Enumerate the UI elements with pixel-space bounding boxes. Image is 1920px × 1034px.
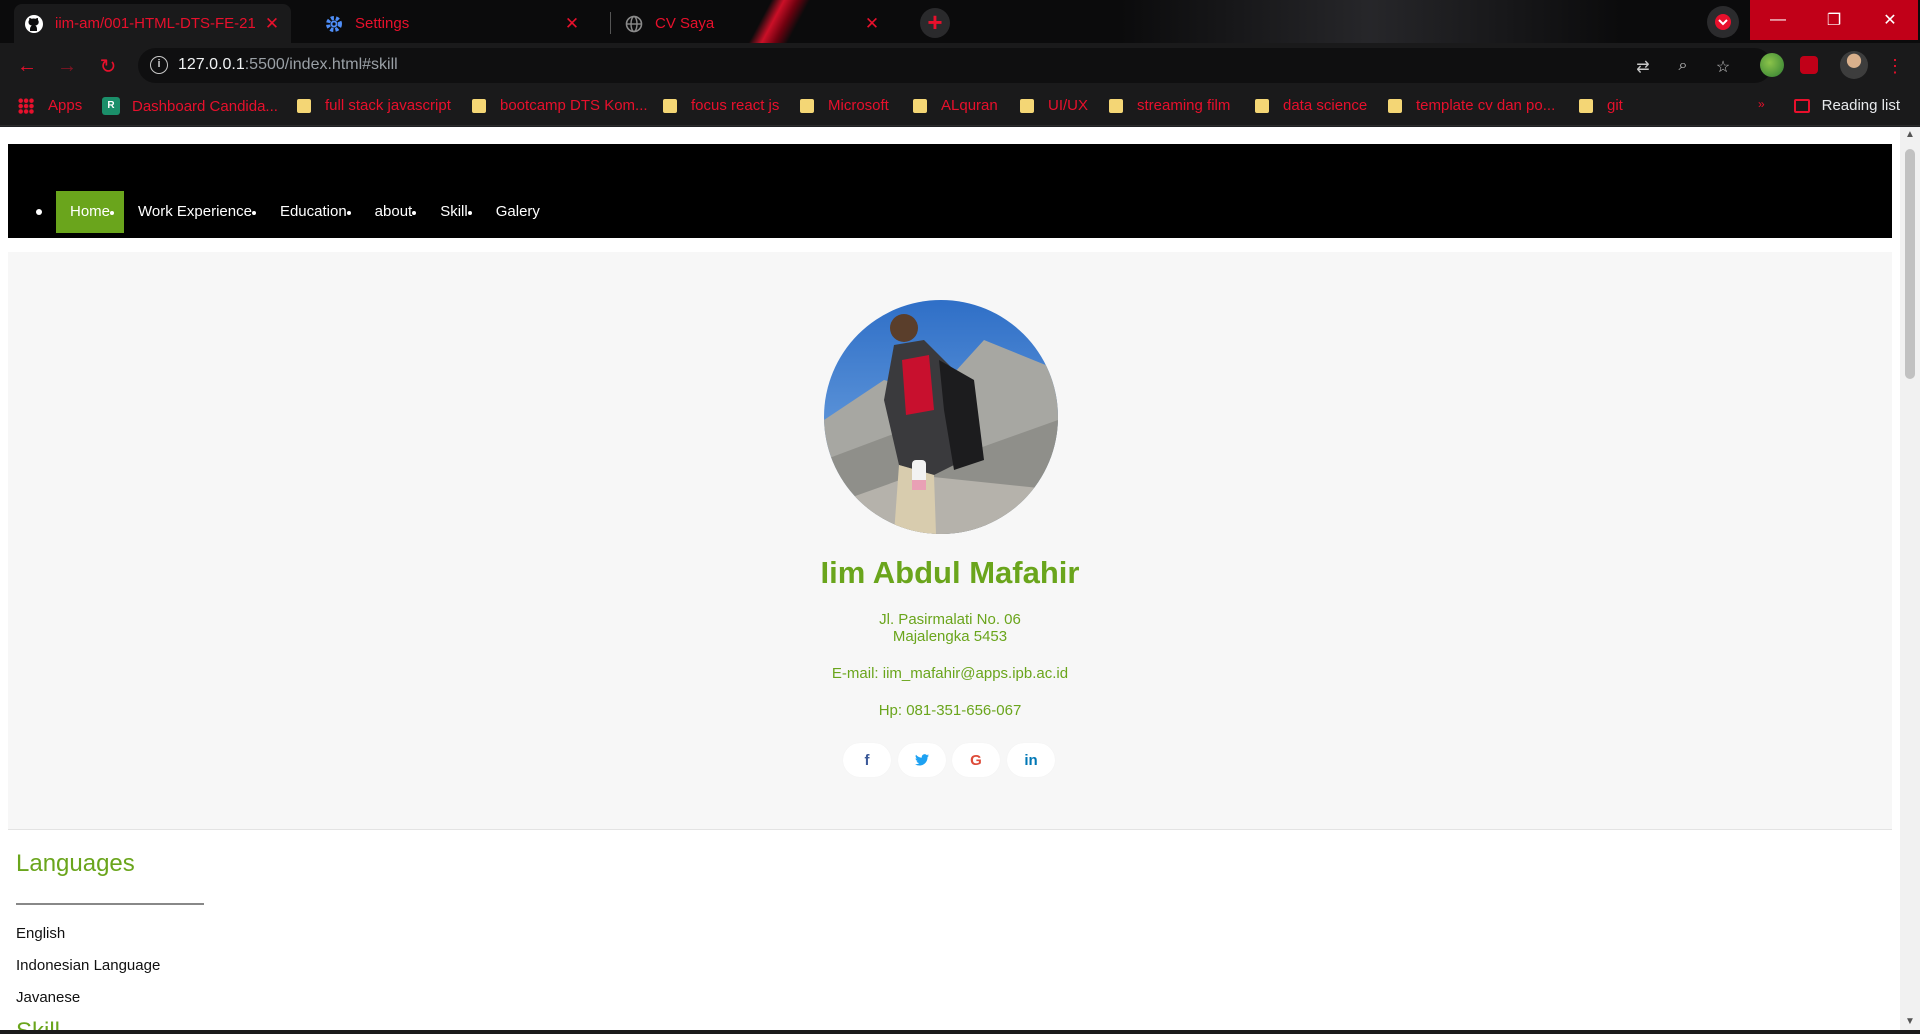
- bookmark-folder[interactable]: streaming film: [1109, 97, 1230, 114]
- zoom-icon[interactable]: ⌕: [1673, 57, 1693, 77]
- bookmarks-bar: Apps R Dashboard Candida... full stack ja…: [0, 88, 1920, 126]
- reading-list-icon: [1793, 98, 1810, 113]
- tab-title: iim-am/001-HTML-DTS-FE-21: Re: [55, 15, 255, 32]
- page-scrollbar[interactable]: ▲ ▼: [1900, 127, 1920, 1030]
- scrollbar-thumb[interactable]: [1905, 149, 1915, 379]
- back-icon[interactable]: ←: [12, 51, 42, 81]
- scroll-down-icon[interactable]: ▼: [1900, 1014, 1920, 1030]
- language-item: English: [16, 925, 66, 942]
- profile-photo: [824, 300, 1058, 534]
- globe-icon: [624, 14, 644, 34]
- profile-name: Iim Abdul Mafahir: [820, 555, 1080, 590]
- language-item: Javanese: [16, 989, 81, 1006]
- linkedin-icon[interactable]: in: [1007, 743, 1055, 777]
- folder-icon: [1255, 98, 1269, 113]
- divider: [16, 903, 204, 905]
- folder-icon: [913, 98, 927, 113]
- github-icon: [24, 14, 44, 34]
- list-bullet: [36, 209, 42, 215]
- tab-cv-saya[interactable]: CV Saya ✕: [614, 4, 891, 43]
- minimize-button[interactable]: —: [1750, 0, 1806, 40]
- nav-home[interactable]: Home: [56, 191, 125, 233]
- translate-icon[interactable]: ⇄: [1633, 57, 1653, 77]
- tab-search-button[interactable]: [1707, 6, 1739, 38]
- language-item: Indonesian Language: [16, 957, 161, 974]
- folder-icon: [1020, 98, 1034, 113]
- dashboard-icon: R: [102, 97, 120, 115]
- facebook-icon[interactable]: f: [843, 743, 891, 777]
- bookmark-folder[interactable]: UI/UX: [1020, 97, 1088, 114]
- folder-icon: [1388, 98, 1402, 113]
- folder-icon: [1109, 98, 1123, 113]
- address-line-2: Majalengka 5453: [892, 628, 1008, 645]
- skills-content: Languages English Indonesian Language Ja…: [8, 829, 1892, 1030]
- address-line-1: Jl. Pasirmalati No. 06: [879, 611, 1021, 628]
- browser-titlebar: iim-am/001-HTML-DTS-FE-21: Re ✕ Settings…: [0, 0, 1920, 43]
- phone-text: Hp: 081-351-656-067: [878, 702, 1022, 719]
- address-bar[interactable]: i 127.0.0.1:5500/index.html#skill ⇄ ⌕ ☆: [138, 48, 1772, 83]
- nav-education[interactable]: Education: [266, 191, 361, 233]
- tab-settings[interactable]: Settings ✕: [314, 4, 591, 43]
- bookmark-folder[interactable]: focus react js: [663, 97, 779, 114]
- nav-list: Home Work Experience Education about Ski…: [36, 191, 554, 233]
- window-bottom-edge: [0, 1030, 1920, 1034]
- reload-icon[interactable]: ↻: [93, 51, 123, 81]
- bookmark-folder[interactable]: template cv dan po...: [1388, 97, 1555, 114]
- languages-heading: Languages: [16, 850, 135, 877]
- bookmark-folder[interactable]: full stack javascript: [297, 97, 451, 114]
- bookmark-folder[interactable]: bootcamp DTS Kom...: [472, 97, 648, 114]
- tab-github[interactable]: iim-am/001-HTML-DTS-FE-21: Re ✕: [14, 4, 291, 43]
- folder-icon: [663, 98, 677, 113]
- page-viewport: Home Work Experience Education about Ski…: [0, 127, 1900, 1030]
- nav-galery[interactable]: Galery: [482, 191, 554, 233]
- apps-grid-icon: [18, 97, 34, 114]
- folder-icon: [472, 98, 486, 113]
- twitter-icon[interactable]: [898, 743, 946, 777]
- nav-work-experience[interactable]: Work Experience: [124, 191, 266, 233]
- bookmark-star-icon[interactable]: ☆: [1713, 57, 1733, 77]
- bookmark-dashboard[interactable]: R Dashboard Candida...: [102, 97, 278, 115]
- site-navbar: Home Work Experience Education about Ski…: [8, 144, 1892, 238]
- gear-icon: [324, 14, 344, 34]
- folder-icon: [297, 98, 311, 113]
- chevron-down-icon: [1715, 14, 1731, 30]
- url-text[interactable]: 127.0.0.1:5500/index.html#skill: [178, 56, 398, 74]
- tab-separator: [610, 12, 611, 34]
- nav-about[interactable]: about: [361, 191, 427, 233]
- close-icon[interactable]: ✕: [863, 14, 881, 34]
- scroll-up-icon[interactable]: ▲: [1900, 127, 1920, 143]
- site-info-icon[interactable]: i: [150, 56, 168, 74]
- extension-icon[interactable]: [1760, 53, 1784, 77]
- bookmark-folder[interactable]: ALquran: [913, 97, 998, 114]
- new-tab-button[interactable]: +: [920, 8, 950, 38]
- tab-title: Settings: [355, 15, 410, 32]
- google-icon[interactable]: G: [952, 743, 1000, 777]
- more-bookmarks-icon[interactable]: »: [1758, 97, 1765, 111]
- reading-list-button[interactable]: Reading list: [1793, 97, 1900, 114]
- menu-dots-icon[interactable]: ⋮: [1880, 51, 1910, 81]
- browser-toolbar: ← → ↻ i 127.0.0.1:5500/index.html#skill …: [0, 43, 1920, 88]
- folder-icon: [800, 98, 814, 113]
- close-window-button[interactable]: ✕: [1862, 0, 1918, 40]
- bookmark-folder[interactable]: git: [1579, 97, 1623, 114]
- email-text: E-mail: iim_mafahir@apps.ipb.ac.id: [831, 665, 1069, 682]
- tab-title: CV Saya: [655, 15, 715, 32]
- bookmark-folder[interactable]: Microsoft: [800, 97, 889, 114]
- close-icon[interactable]: ✕: [563, 14, 581, 34]
- extensions-puzzle-icon[interactable]: [1800, 56, 1818, 74]
- close-icon[interactable]: ✕: [263, 14, 281, 34]
- folder-icon: [1579, 98, 1593, 113]
- forward-icon[interactable]: →: [52, 51, 82, 81]
- nav-skill[interactable]: Skill: [426, 191, 482, 233]
- bookmark-folder[interactable]: data science: [1255, 97, 1367, 114]
- bookmark-apps[interactable]: Apps: [18, 97, 82, 114]
- restore-button[interactable]: ❐: [1806, 0, 1862, 40]
- profile-avatar-icon[interactable]: [1840, 51, 1868, 79]
- skill-heading: Skill: [16, 1018, 60, 1030]
